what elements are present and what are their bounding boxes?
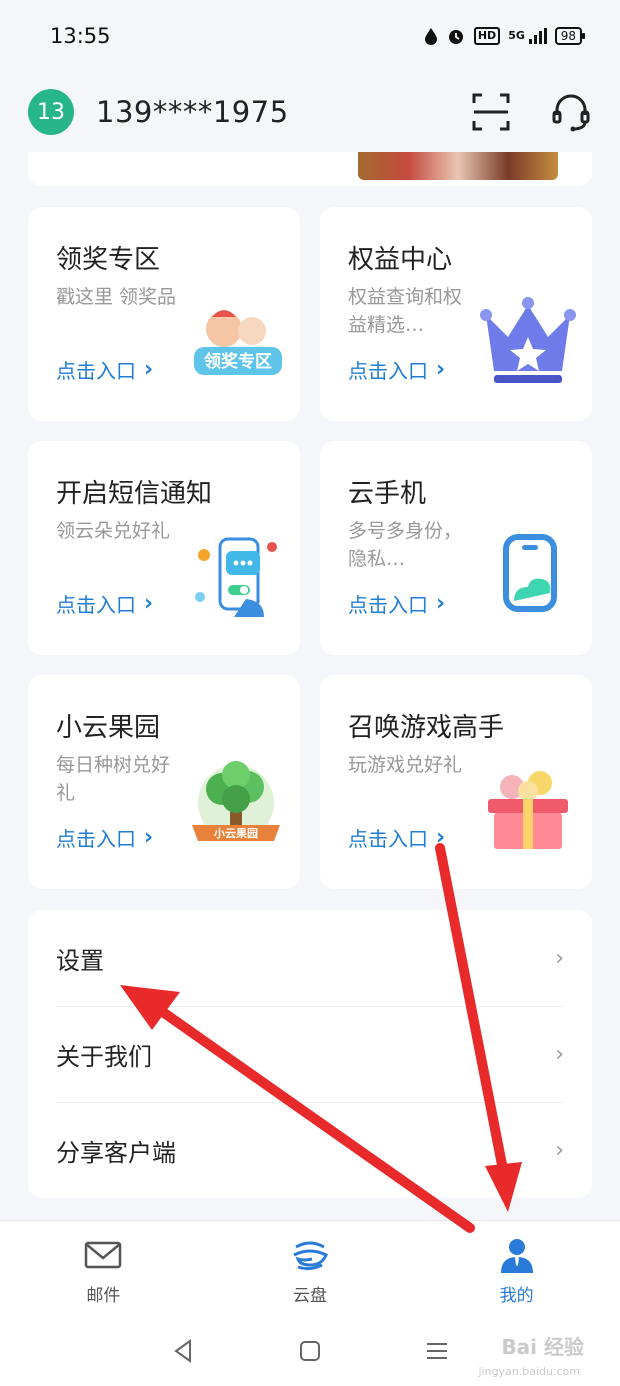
- orchard-badge-text: 小云果园: [213, 826, 258, 840]
- home-icon[interactable]: [297, 1338, 323, 1364]
- card-title: 召唤游戏高手: [348, 713, 505, 743]
- card-desc: 玩游戏兑好礼: [348, 754, 463, 776]
- card-desc: 每日种树兑好礼: [56, 754, 171, 804]
- cloud-phone-icon: [503, 534, 557, 612]
- card-desc: 多号多身份，隐私…: [348, 520, 463, 570]
- card-entry-link[interactable]: 点击入口 ›: [56, 823, 153, 852]
- banner-card-partial[interactable]: [28, 152, 592, 186]
- menu-item-settings[interactable]: 设置 ›: [56, 910, 564, 1006]
- tab-mail[interactable]: 邮件: [0, 1221, 207, 1316]
- network-type: 5G: [508, 29, 525, 42]
- chevron-right-icon: ›: [436, 591, 446, 616]
- prize-zone-illustration-icon: 领奖专区: [194, 310, 282, 375]
- tab-mine[interactable]: 我的: [413, 1221, 620, 1316]
- tab-label: 云盘: [293, 1286, 327, 1306]
- card-entry-link[interactable]: 点击入口 ›: [56, 355, 153, 384]
- status-icons: HD 5G 98: [424, 26, 586, 46]
- card-cloud-orchard[interactable]: 小云果园 每日种树兑好礼 点击入口 › 小云果园: [28, 675, 300, 889]
- card-title: 小云果园: [56, 713, 161, 743]
- battery-icon: 98: [554, 27, 586, 45]
- card-entry-link[interactable]: 点击入口 ›: [348, 823, 445, 852]
- card-title: 开启短信通知: [56, 479, 213, 509]
- avatar[interactable]: 13: [28, 89, 74, 135]
- back-icon[interactable]: [170, 1338, 196, 1364]
- tab-label: 邮件: [86, 1286, 121, 1306]
- tab-label: 我的: [499, 1286, 534, 1306]
- card-desc: 戳这里 领奖品: [56, 286, 177, 308]
- status-bar: 13:55 HD 5G 98: [0, 0, 620, 72]
- alarm-icon: [448, 30, 463, 44]
- profile-icon: [500, 1239, 533, 1273]
- settings-menu: 设置 › 关于我们 › 分享客户端 ›: [28, 910, 592, 1198]
- chevron-right-icon: ›: [144, 825, 154, 850]
- card-desc: 权益查询和权益精选…: [348, 286, 463, 336]
- card-entry-link[interactable]: 点击入口 ›: [348, 589, 445, 618]
- account-header: 13 139****1975: [0, 72, 620, 152]
- recent-apps-icon[interactable]: [424, 1338, 450, 1364]
- chevron-right-icon: ›: [436, 825, 446, 850]
- chevron-right-icon: ›: [555, 1137, 564, 1163]
- card-cloud-phone[interactable]: 云手机 多号多身份，隐私… 点击入口 ›: [320, 441, 592, 655]
- signal-icon: 5G: [508, 28, 547, 44]
- menu-label: 设置: [56, 946, 104, 975]
- card-desc: 领云朵兑好礼: [56, 520, 171, 542]
- scan-icon[interactable]: [470, 91, 512, 133]
- customer-service-icon[interactable]: [550, 91, 592, 133]
- chevron-right-icon: ›: [144, 357, 154, 382]
- hd-icon: HD: [473, 27, 501, 45]
- tab-cloud-drive[interactable]: 云盘: [207, 1221, 414, 1316]
- watermark-url: jingyan.baidu.com: [478, 1365, 580, 1378]
- menu-label: 分享客户端: [56, 1138, 176, 1167]
- card-title: 权益中心: [348, 245, 453, 275]
- chevron-right-icon: ›: [144, 591, 154, 616]
- cloud-icon: [293, 1241, 328, 1271]
- phone-number: 139****1975: [96, 95, 289, 129]
- card-entry-link[interactable]: 点击入口 ›: [56, 589, 153, 618]
- card-prize-zone[interactable]: 领奖专区 戳这里 领奖品 点击入口 › 领奖专区: [28, 207, 300, 421]
- card-title: 云手机: [348, 479, 427, 509]
- water-drop-icon: [424, 28, 437, 45]
- menu-label: 关于我们: [56, 1042, 152, 1071]
- card-benefits-center[interactable]: 权益中心 权益查询和权益精选… 点击入口 ›: [320, 207, 592, 421]
- banner-image: [358, 152, 558, 180]
- crown-icon: [480, 297, 576, 383]
- card-game-master[interactable]: 召唤游戏高手 玩游戏兑好礼 点击入口 ›: [320, 675, 592, 889]
- status-time: 13:55: [50, 24, 111, 48]
- card-title: 领奖专区: [56, 245, 161, 275]
- chevron-right-icon: ›: [436, 357, 446, 382]
- prize-zone-badge-text: 领奖专区: [204, 351, 272, 372]
- menu-item-share[interactable]: 分享客户端 ›: [56, 1102, 564, 1198]
- chevron-right-icon: ›: [555, 945, 564, 971]
- watermark: Bai 经验: [501, 1335, 584, 1359]
- card-entry-link[interactable]: 点击入口 ›: [348, 355, 445, 384]
- bottom-tab-bar: 邮件 云盘 我的: [0, 1220, 620, 1316]
- menu-item-about[interactable]: 关于我们 ›: [56, 1006, 564, 1102]
- card-sms-notify[interactable]: 开启短信通知 领云朵兑好礼 点击入口 ›: [28, 441, 300, 655]
- chevron-right-icon: ›: [555, 1041, 564, 1067]
- gift-box-icon: [488, 771, 568, 849]
- tree-illustration-icon: 小云果园: [192, 761, 280, 841]
- mail-icon: [85, 1241, 122, 1269]
- phone-message-illustration-icon: [195, 537, 277, 617]
